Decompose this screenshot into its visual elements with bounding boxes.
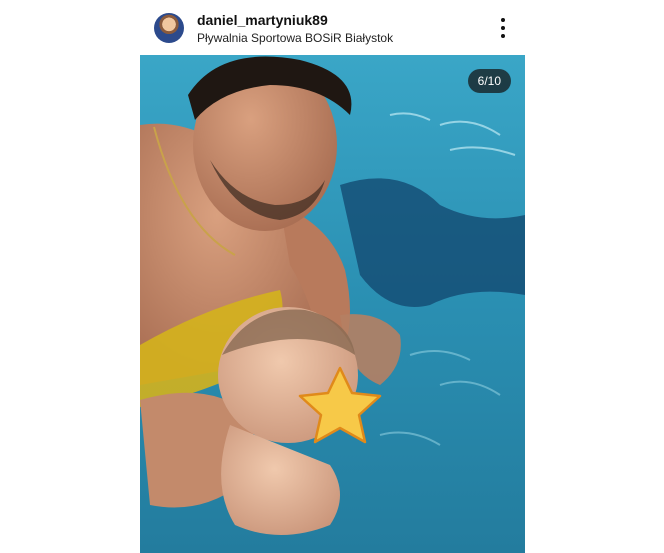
username-link[interactable]: daniel_martyniuk89 <box>197 12 328 28</box>
more-options-button[interactable] <box>492 16 514 40</box>
post-photo[interactable]: 6/10 <box>140 55 525 553</box>
vertical-ellipsis-dot <box>501 26 505 30</box>
photo-scene <box>140 55 525 553</box>
slide-counter: 6/10 <box>467 69 511 93</box>
post-header: daniel_martyniuk89 Pływalnia Sportowa BO… <box>140 0 525 55</box>
profile-avatar[interactable] <box>154 13 184 43</box>
vertical-ellipsis-dot <box>501 34 505 38</box>
vertical-ellipsis-icon <box>501 18 505 22</box>
location-link[interactable]: Pływalnia Sportowa BOSiR Białystok <box>197 31 393 45</box>
